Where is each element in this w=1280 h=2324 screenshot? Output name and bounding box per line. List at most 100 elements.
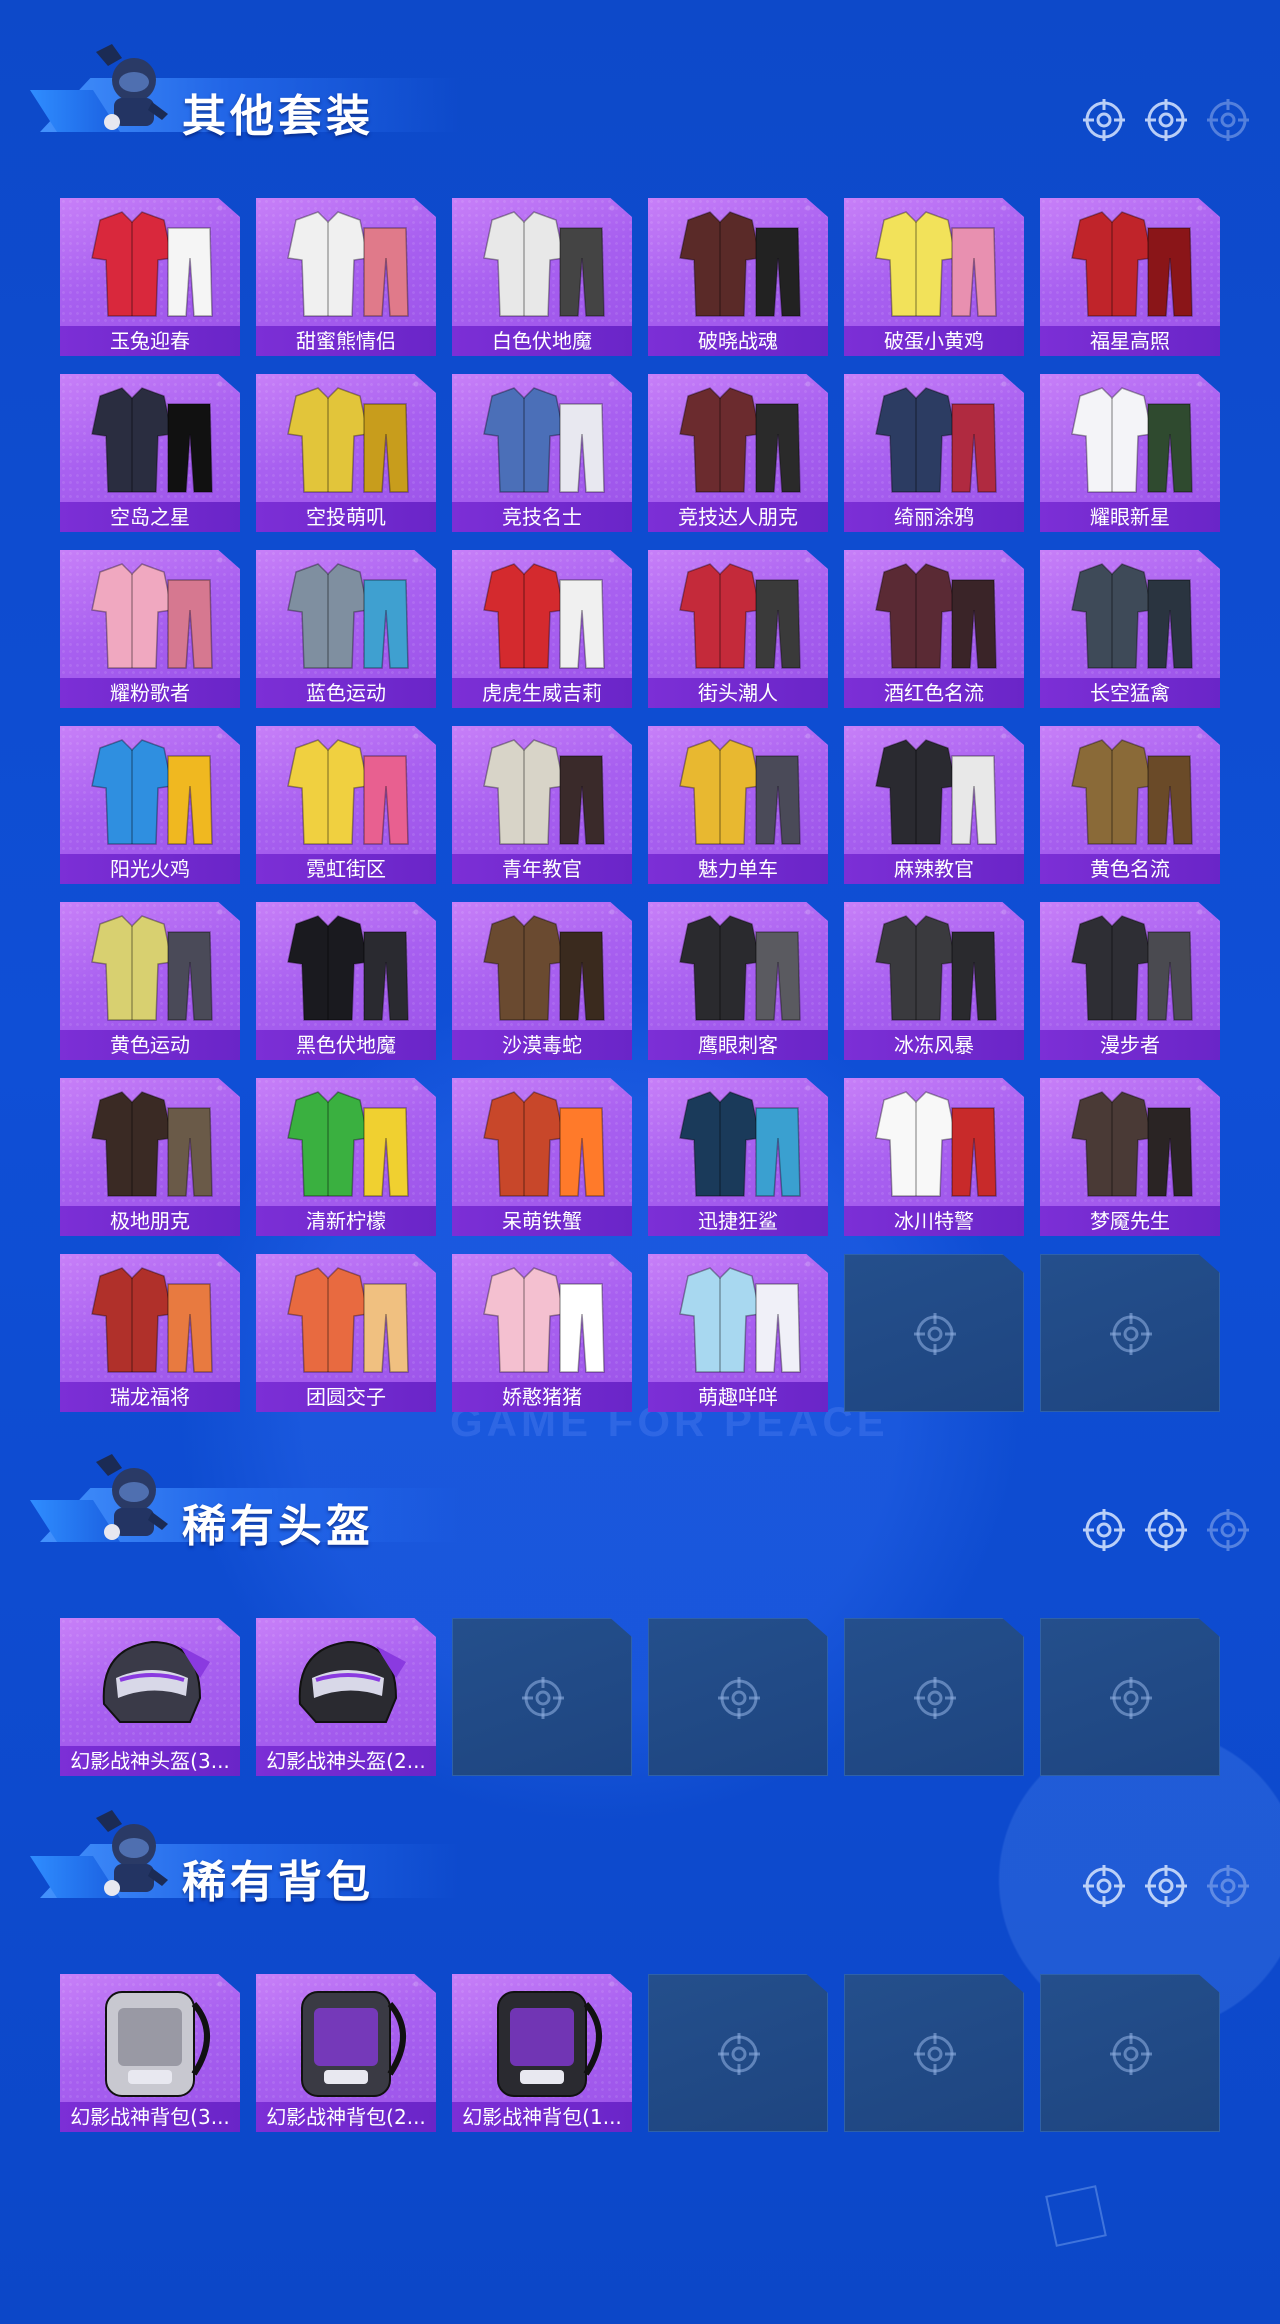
empty-slot[interactable] [452, 1618, 632, 1776]
item-card[interactable]: 幻影战神头盔(3... [60, 1618, 240, 1776]
item-card[interactable]: 竞技达人朋克 [648, 374, 828, 532]
item-card[interactable]: 蓝色运动 [256, 550, 436, 708]
item-card[interactable]: 萌趣咩咩 [648, 1254, 828, 1412]
item-card[interactable]: 沙漠毒蛇 [452, 902, 632, 1060]
section-title: 稀有背包 [182, 1858, 374, 1907]
item-image [1040, 902, 1220, 1030]
item-card[interactable]: 冰川特警 [844, 1078, 1024, 1236]
empty-slot[interactable] [1040, 1618, 1220, 1776]
section-header-icons [1082, 1864, 1250, 1910]
empty-slot[interactable] [1040, 1254, 1220, 1412]
item-card[interactable]: 呆萌铁蟹 [452, 1078, 632, 1236]
item-card[interactable]: 绮丽涂鸦 [844, 374, 1024, 532]
item-card[interactable]: 霓虹街区 [256, 726, 436, 884]
item-card[interactable]: 破蛋小黄鸡 [844, 198, 1024, 356]
item-image [452, 198, 632, 326]
item-image [648, 902, 828, 1030]
item-card[interactable]: 阳光火鸡 [60, 726, 240, 884]
item-image [844, 198, 1024, 326]
item-card[interactable]: 福星高照 [1040, 198, 1220, 356]
section-header-icons [1082, 98, 1250, 144]
item-name: 瑞龙福将 [60, 1382, 240, 1412]
item-card[interactable]: 团圆交子 [256, 1254, 436, 1412]
target-icon [1206, 1864, 1250, 1908]
item-image [452, 1078, 632, 1206]
target-icon [1144, 98, 1188, 142]
empty-slot[interactable] [844, 1974, 1024, 2132]
item-card[interactable]: 迅捷狂鲨 [648, 1078, 828, 1236]
empty-slot[interactable] [648, 1974, 828, 2132]
target-icon [913, 2032, 957, 2076]
section-header: 稀有背包 [30, 1806, 460, 1916]
item-card[interactable]: 空岛之星 [60, 374, 240, 532]
target-icon [1082, 98, 1126, 142]
item-name: 冰川特警 [844, 1206, 1024, 1236]
item-name: 清新柠檬 [256, 1206, 436, 1236]
item-card[interactable]: 幻影战神背包(1... [452, 1974, 632, 2132]
item-card[interactable]: 幻影战神背包(2... [256, 1974, 436, 2132]
item-card[interactable]: 黄色运动 [60, 902, 240, 1060]
empty-slot[interactable] [648, 1618, 828, 1776]
empty-slot[interactable] [844, 1618, 1024, 1776]
item-image [844, 1078, 1024, 1206]
item-card[interactable]: 空投萌叽 [256, 374, 436, 532]
item-image [1040, 726, 1220, 854]
item-card[interactable]: 清新柠檬 [256, 1078, 436, 1236]
mascot-icon [82, 1806, 170, 1906]
item-card[interactable]: 幻影战神背包(3... [60, 1974, 240, 2132]
item-card[interactable]: 竞技名士 [452, 374, 632, 532]
item-name: 空岛之星 [60, 502, 240, 532]
item-card[interactable]: 娇憨猪猪 [452, 1254, 632, 1412]
item-card[interactable]: 青年教官 [452, 726, 632, 884]
item-card[interactable]: 魅力单车 [648, 726, 828, 884]
target-icon [1144, 1508, 1188, 1552]
item-card[interactable]: 瑞龙福将 [60, 1254, 240, 1412]
item-name: 麻辣教官 [844, 854, 1024, 884]
item-card[interactable]: 极地朋克 [60, 1078, 240, 1236]
section-header: 稀有头盔 [30, 1450, 460, 1560]
item-image [256, 1078, 436, 1206]
section-header-icons [1082, 1508, 1250, 1554]
item-card[interactable]: 长空猛禽 [1040, 550, 1220, 708]
item-card[interactable]: 虎虎生威吉莉 [452, 550, 632, 708]
item-card[interactable]: 耀粉歌者 [60, 550, 240, 708]
item-image [60, 726, 240, 854]
item-name: 娇憨猪猪 [452, 1382, 632, 1412]
item-image [452, 726, 632, 854]
item-name: 破晓战魂 [648, 326, 828, 356]
item-name: 阳光火鸡 [60, 854, 240, 884]
item-card[interactable]: 耀眼新星 [1040, 374, 1220, 532]
item-name: 魅力单车 [648, 854, 828, 884]
item-image [256, 1974, 436, 2102]
item-image [256, 198, 436, 326]
item-card[interactable]: 冰冻风暴 [844, 902, 1024, 1060]
item-card[interactable]: 酒红色名流 [844, 550, 1024, 708]
item-image [648, 198, 828, 326]
empty-slot[interactable] [1040, 1974, 1220, 2132]
item-card[interactable]: 鹰眼刺客 [648, 902, 828, 1060]
item-card[interactable]: 街头潮人 [648, 550, 828, 708]
item-card[interactable]: 麻辣教官 [844, 726, 1024, 884]
item-card[interactable]: 黄色名流 [1040, 726, 1220, 884]
item-card[interactable]: 漫步者 [1040, 902, 1220, 1060]
empty-slot[interactable] [844, 1254, 1024, 1412]
item-name: 呆萌铁蟹 [452, 1206, 632, 1236]
item-card[interactable]: 白色伏地魔 [452, 198, 632, 356]
item-card[interactable]: 玉兔迎春 [60, 198, 240, 356]
item-name: 甜蜜熊情侣 [256, 326, 436, 356]
target-icon [521, 1676, 565, 1720]
item-image [844, 550, 1024, 678]
item-image [256, 902, 436, 1030]
item-card[interactable]: 黑色伏地魔 [256, 902, 436, 1060]
item-card[interactable]: 甜蜜熊情侣 [256, 198, 436, 356]
item-name: 耀粉歌者 [60, 678, 240, 708]
item-image [648, 1254, 828, 1382]
section-header: 其他套装 [30, 40, 460, 150]
item-name: 黄色运动 [60, 1030, 240, 1060]
item-card[interactable]: 幻影战神头盔(2... [256, 1618, 436, 1776]
item-image [256, 374, 436, 502]
target-icon [1109, 1312, 1153, 1356]
item-card[interactable]: 梦魇先生 [1040, 1078, 1220, 1236]
item-image [60, 902, 240, 1030]
item-card[interactable]: 破晓战魂 [648, 198, 828, 356]
